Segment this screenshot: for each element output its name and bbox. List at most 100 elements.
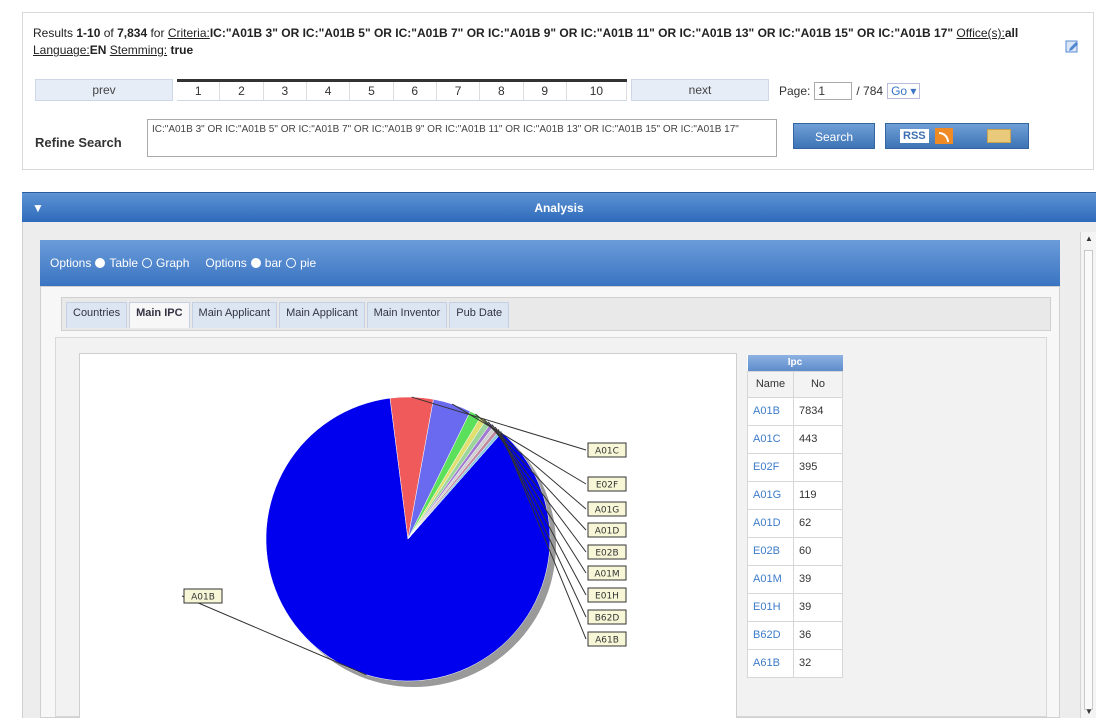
page-link[interactable]: 5 (350, 82, 394, 100)
ipc-code-link[interactable]: E01H (747, 592, 794, 622)
refine-search-label: Refine Search (35, 135, 122, 150)
ipc-code-link[interactable]: A01B (747, 396, 794, 426)
pie-label-a01d: A01D (595, 527, 620, 537)
rss-button[interactable]: RSS (885, 123, 1029, 149)
stemming-value: true (170, 43, 194, 57)
ipc-code-link[interactable]: E02F (747, 452, 794, 482)
page-link[interactable]: 4 (307, 82, 351, 100)
ipc-code-link[interactable]: A61B (747, 648, 794, 678)
analysis-title: Analysis (534, 201, 584, 215)
options-label: Options (205, 256, 247, 270)
ipc-code-link[interactable]: A01M (747, 564, 794, 594)
ipc-code-link[interactable]: A01C (747, 424, 794, 454)
page-number-list: 1 2 3 4 5 6 7 8 9 10 (177, 79, 628, 101)
pie-label-a01g: A01G (595, 506, 620, 516)
ipc-count: 395 (793, 452, 843, 482)
ipc-table-caption: Ipc (747, 355, 843, 371)
pie-label-e02b: E02B (595, 549, 618, 559)
edit-icon[interactable] (1065, 39, 1079, 53)
table-row: A61B 32 (747, 648, 843, 678)
table-row: A01B 7834 (747, 396, 843, 426)
table-row: A01C 443 (747, 424, 843, 454)
ipc-count: 443 (793, 424, 843, 454)
results-of: of (103, 26, 114, 40)
page-link[interactable]: 8 (480, 82, 524, 100)
column-header-name: Name (747, 370, 794, 398)
page-input[interactable]: 1 (814, 82, 853, 100)
vertical-scrollbar[interactable]: ▲ ▼ (1080, 232, 1096, 718)
export-icon[interactable] (986, 129, 1011, 143)
scroll-down-icon[interactable]: ▼ (1085, 707, 1093, 716)
pagination: prev 1 2 3 4 5 6 7 8 9 10 next (35, 79, 775, 101)
results-range: 1-10 (76, 26, 101, 40)
column-header-no: No (793, 370, 843, 398)
page-link[interactable]: 3 (264, 82, 307, 100)
offices-value: all (1004, 26, 1019, 40)
tab-main-applicant[interactable]: Main Applicant (191, 302, 278, 328)
results-prefix: Results (33, 26, 74, 40)
go-button[interactable]: Go ▾ (887, 83, 921, 99)
offices-link[interactable]: Office(s): (956, 26, 1004, 40)
prev-button[interactable]: prev (35, 79, 173, 101)
ipc-code-link[interactable]: E02B (747, 536, 794, 566)
search-button[interactable]: Search (793, 123, 875, 149)
page-total: / 784 (856, 84, 884, 98)
ipc-code-link[interactable]: A01D (747, 508, 794, 538)
tab-bar: Countries Main IPC Main Applicant Main A… (61, 297, 1051, 331)
scrollbar-thumb[interactable] (1084, 250, 1093, 710)
tab-pub-date[interactable]: Pub Date (449, 302, 510, 328)
ipc-count: 62 (793, 508, 843, 538)
ipc-code-link[interactable]: B62D (747, 620, 794, 650)
refine-search-input[interactable]: IC:"A01B 3" OR IC:"A01B 5" OR IC:"A01B 7… (147, 119, 777, 157)
chart-type-options: Options bar pie (205, 256, 316, 270)
view-options: Options Table Graph (50, 256, 189, 270)
page-link[interactable]: 9 (524, 82, 567, 100)
rss-label: RSS (900, 129, 929, 143)
analysis-header[interactable]: ▼ Analysis (22, 192, 1096, 222)
ipc-count: 7834 (793, 396, 843, 426)
graph-option-label: Graph (156, 256, 190, 270)
page-link[interactable]: 10 (567, 82, 628, 100)
scroll-up-icon[interactable]: ▲ (1085, 234, 1093, 243)
tab-main-applicant-2[interactable]: Main Applicant (279, 302, 365, 328)
stemming-link[interactable]: Stemming: (110, 43, 167, 57)
tab-main-inventor[interactable]: Main Inventor (366, 302, 448, 328)
criteria-link[interactable]: Criteria: (168, 26, 210, 40)
pie-label-a01m: A01M (594, 570, 619, 580)
page-link[interactable]: 6 (394, 82, 437, 100)
page-jump: Page: 1 / 784 Go ▾ (779, 80, 921, 102)
table-row: B62D 36 (747, 620, 843, 650)
pie-radio[interactable] (286, 258, 297, 268)
graph-radio[interactable] (142, 258, 153, 268)
tab-main-ipc[interactable]: Main IPC (129, 302, 190, 328)
options-bar: Options Table Graph Options bar pie (40, 240, 1060, 286)
results-summary: Results 1-10 of 7,834 for Criteria:IC:"A… (33, 25, 1033, 59)
table-radio[interactable] (95, 258, 106, 268)
rss-feed-icon (934, 128, 953, 144)
tab-countries[interactable]: Countries (66, 302, 128, 328)
ipc-code-link[interactable]: A01G (747, 480, 794, 510)
pie-option-label: pie (300, 256, 317, 270)
table-row: A01G 119 (747, 480, 843, 510)
page-link[interactable]: 7 (437, 82, 481, 100)
results-total: 7,834 (117, 26, 148, 40)
language-value: EN (89, 43, 107, 57)
pie-label-b62d: B62D (595, 614, 620, 624)
pie-label-a61b: A61B (595, 636, 619, 646)
criteria-value: IC:"A01B 3" OR IC:"A01B 5" OR IC:"A01B 7… (209, 26, 954, 40)
bar-radio[interactable] (250, 258, 261, 268)
page-link[interactable]: 1 (177, 82, 221, 100)
table-option-label: Table (109, 256, 139, 270)
ipc-count: 60 (793, 536, 843, 566)
results-panel: Results 1-10 of 7,834 for Criteria:IC:"A… (22, 12, 1094, 170)
next-button[interactable]: next (631, 79, 769, 101)
ipc-count: 39 (793, 564, 843, 594)
page-link[interactable]: 2 (220, 82, 264, 100)
breadcrumb (0, 0, 1096, 8)
language-link[interactable]: Language: (33, 43, 90, 57)
pie-label-a01b: A01B (191, 593, 215, 603)
ipc-count: 32 (793, 648, 843, 678)
results-for: for (150, 26, 165, 40)
options-label: Options (50, 256, 92, 270)
table-row: E01H 39 (747, 592, 843, 622)
